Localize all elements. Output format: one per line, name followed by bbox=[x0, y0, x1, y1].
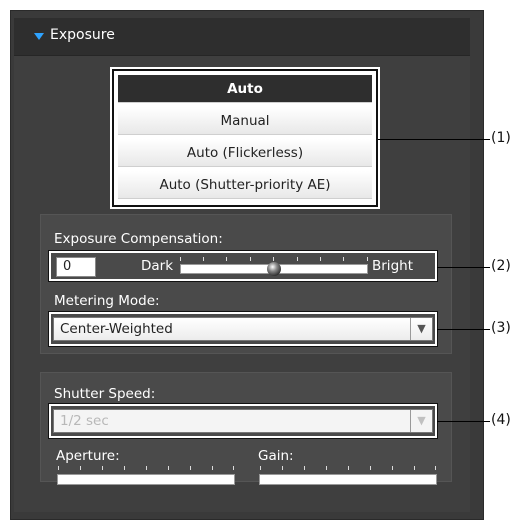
callout-4: (4) bbox=[491, 412, 511, 428]
exposure-mode-list: Auto Manual Auto (Flickerless) Auto (Shu… bbox=[110, 67, 380, 209]
aperture-slider[interactable] bbox=[57, 474, 235, 485]
exposure-compensation-value[interactable]: 0 bbox=[56, 257, 96, 277]
dropdown-arrow-icon: ▼ bbox=[410, 318, 432, 340]
gain-label: Gain: bbox=[258, 448, 294, 464]
exposure-slider-knob[interactable] bbox=[267, 262, 281, 276]
callout-line-3 bbox=[437, 329, 490, 330]
dark-label: Dark bbox=[141, 258, 174, 274]
callout-3: (3) bbox=[491, 320, 511, 336]
gain-slider-ticks bbox=[260, 466, 436, 472]
aperture-label: Aperture: bbox=[56, 448, 120, 464]
exposure-compensation-label: Exposure Compensation: bbox=[54, 231, 223, 247]
metering-mode-label: Metering Mode: bbox=[54, 293, 160, 309]
mode-item-manual[interactable]: Manual bbox=[118, 107, 372, 135]
callout-line-4 bbox=[437, 421, 490, 422]
metering-mode-select[interactable]: Center-Weighted ▼ bbox=[53, 317, 433, 341]
shutter-speed-label: Shutter Speed: bbox=[54, 386, 156, 402]
collapse-triangle-icon[interactable] bbox=[34, 33, 44, 40]
shutter-speed-select[interactable]: 1/2 sec ▼ bbox=[53, 409, 433, 433]
aperture-slider-ticks bbox=[58, 466, 234, 472]
callout-2: (2) bbox=[491, 258, 511, 274]
callout-line-1 bbox=[378, 139, 490, 140]
mode-item-auto-flickerless[interactable]: Auto (Flickerless) bbox=[118, 139, 372, 167]
shutter-speed-value: 1/2 sec bbox=[60, 413, 109, 429]
dropdown-arrow-icon: ▼ bbox=[410, 410, 432, 432]
callout-1: (1) bbox=[491, 130, 511, 146]
metering-mode-value: Center-Weighted bbox=[60, 321, 173, 337]
exposure-panel-header[interactable]: Exposure bbox=[14, 18, 470, 56]
panel-title: Exposure bbox=[50, 27, 115, 43]
mode-item-auto-shutter-priority[interactable]: Auto (Shutter-priority AE) bbox=[118, 171, 372, 199]
bright-label: Bright bbox=[372, 258, 413, 274]
mode-item-auto[interactable]: Auto bbox=[118, 75, 372, 103]
gain-slider[interactable] bbox=[259, 474, 437, 485]
callout-line-2 bbox=[437, 267, 490, 268]
